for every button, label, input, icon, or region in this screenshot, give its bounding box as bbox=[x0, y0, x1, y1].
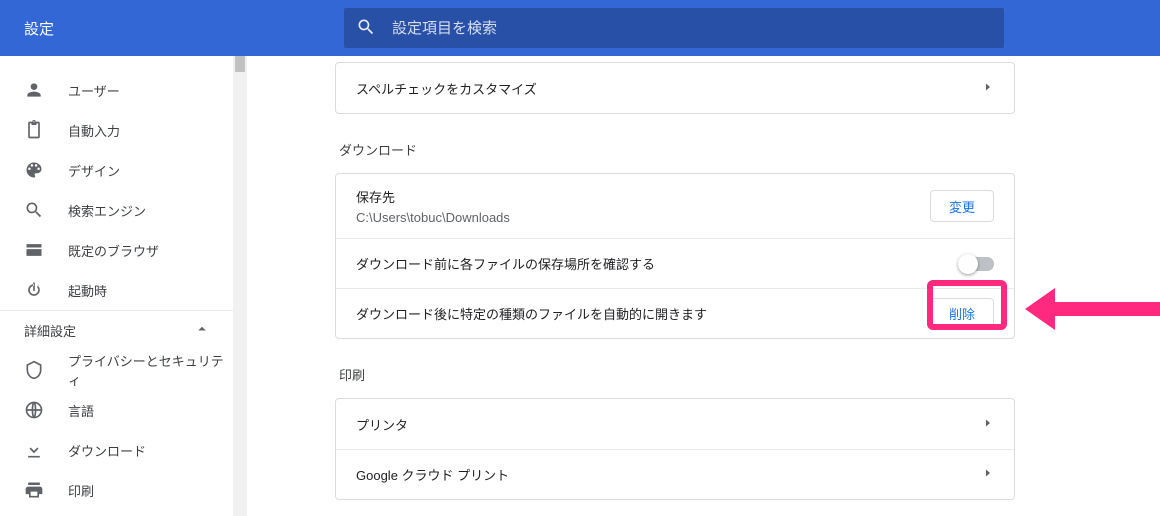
sidebar-item-search-engine[interactable]: 検索エンジン bbox=[0, 190, 233, 230]
palette-icon bbox=[24, 160, 44, 180]
power-icon bbox=[24, 280, 44, 300]
download-icon bbox=[24, 440, 44, 460]
sidebar-scrollbar[interactable] bbox=[233, 56, 247, 516]
location-label: 保存先 bbox=[356, 187, 930, 206]
row-label: Google クラウド プリント bbox=[356, 465, 982, 484]
sidebar-section-advanced[interactable]: 詳細設定 bbox=[0, 310, 233, 350]
cloud-print-row[interactable]: Google クラウド プリント bbox=[336, 449, 1014, 499]
search-container bbox=[344, 8, 1004, 48]
download-location-row: 保存先 C:\Users\tobuc\Downloads 変更 bbox=[336, 174, 1014, 238]
row-label: ダウンロード後に特定の種類のファイルを自動的に開きます bbox=[356, 304, 930, 323]
row-label: ダウンロード前に各ファイルの保存場所を確認する bbox=[356, 254, 960, 273]
row-label: スペルチェックをカスタマイズ bbox=[356, 79, 982, 98]
chevron-right-icon bbox=[982, 467, 994, 482]
sidebar-item-on-startup[interactable]: 起動時 bbox=[0, 270, 233, 310]
spellcheck-card: スペルチェックをカスタマイズ bbox=[335, 62, 1015, 114]
sidebar-item-printing[interactable]: 印刷 bbox=[0, 470, 233, 510]
search-box[interactable] bbox=[344, 8, 1004, 48]
main-column: スペルチェックをカスタマイズ ダウンロード 保存先 C:\Users\tobuc… bbox=[247, 56, 1160, 516]
sidebar-item-label: 自動入力 bbox=[68, 121, 120, 140]
sidebar-item-label: 既定のブラウザ bbox=[68, 241, 159, 260]
sidebar-item-autofill[interactable]: 自動入力 bbox=[0, 110, 233, 150]
ask-where-toggle[interactable] bbox=[960, 257, 994, 271]
annotation-arrow bbox=[1025, 284, 1160, 337]
spellcheck-row[interactable]: スペルチェックをカスタマイズ bbox=[336, 63, 1014, 113]
person-icon bbox=[24, 80, 44, 100]
chevron-right-icon bbox=[982, 81, 994, 96]
sidebar: ユーザー 自動入力 デザイン 検索エンジン 既定のブラウザ 起動時 bbox=[0, 56, 233, 516]
clear-auto-open-button[interactable]: 削除 bbox=[930, 298, 994, 330]
sidebar-item-label: ダウンロード bbox=[68, 441, 146, 460]
sidebar-section-label: 詳細設定 bbox=[24, 321, 76, 340]
auto-open-row: ダウンロード後に特定の種類のファイルを自動的に開きます 削除 bbox=[336, 288, 1014, 338]
downloads-card: 保存先 C:\Users\tobuc\Downloads 変更 ダウンロード前に… bbox=[335, 173, 1015, 339]
sidebar-item-user[interactable]: ユーザー bbox=[0, 70, 233, 110]
chevron-up-icon bbox=[193, 320, 211, 341]
sidebar-item-downloads[interactable]: ダウンロード bbox=[0, 430, 233, 470]
clipboard-icon bbox=[24, 120, 44, 140]
toggle-knob bbox=[958, 254, 978, 274]
sidebar-item-label: 起動時 bbox=[68, 281, 107, 300]
search-icon bbox=[356, 17, 376, 40]
sidebar-item-languages[interactable]: 言語 bbox=[0, 390, 233, 430]
app-title: 設定 bbox=[0, 18, 344, 39]
browser-icon bbox=[24, 240, 44, 260]
app-header: 設定 bbox=[0, 0, 1160, 56]
sidebar-item-label: 言語 bbox=[68, 401, 94, 420]
shield-icon bbox=[24, 360, 44, 380]
scrollbar-thumb[interactable] bbox=[235, 56, 245, 72]
downloads-section-label: ダウンロード bbox=[339, 140, 1011, 159]
sidebar-item-privacy[interactable]: プライバシーとセキュリティ bbox=[0, 350, 233, 390]
ask-where-row[interactable]: ダウンロード前に各ファイルの保存場所を確認する bbox=[336, 238, 1014, 288]
sidebar-item-label: 検索エンジン bbox=[68, 201, 146, 220]
print-icon bbox=[24, 480, 44, 500]
change-location-button[interactable]: 変更 bbox=[930, 190, 994, 222]
globe-icon bbox=[24, 400, 44, 420]
sidebar-item-default-browser[interactable]: 既定のブラウザ bbox=[0, 230, 233, 270]
row-label: プリンタ bbox=[356, 415, 982, 434]
search-input[interactable] bbox=[392, 20, 992, 37]
sidebar-item-label: デザイン bbox=[68, 161, 120, 180]
sidebar-item-appearance[interactable]: デザイン bbox=[0, 150, 233, 190]
sidebar-item-label: ユーザー bbox=[68, 81, 120, 100]
sidebar-item-label: 印刷 bbox=[68, 481, 94, 500]
printing-card: プリンタ Google クラウド プリント bbox=[335, 398, 1015, 500]
printers-row[interactable]: プリンタ bbox=[336, 399, 1014, 449]
sidebar-column: ユーザー 自動入力 デザイン 検索エンジン 既定のブラウザ 起動時 bbox=[0, 56, 247, 516]
search-icon bbox=[24, 200, 44, 220]
location-value: C:\Users\tobuc\Downloads bbox=[356, 210, 930, 225]
printing-section-label: 印刷 bbox=[339, 365, 1011, 384]
sidebar-item-label: プライバシーとセキュリティ bbox=[68, 351, 233, 389]
chevron-right-icon bbox=[982, 417, 994, 432]
